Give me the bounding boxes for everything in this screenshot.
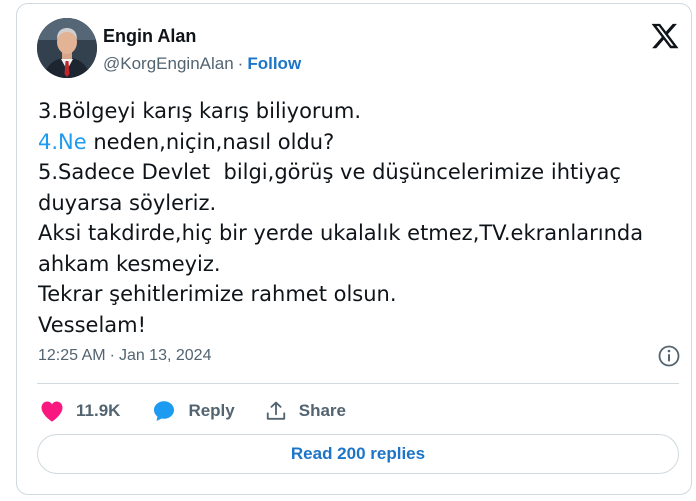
tweet-line: Vesselam! bbox=[38, 312, 147, 337]
tweet-time: 12:25 AM bbox=[38, 347, 106, 364]
author-name[interactable]: Engin Alan bbox=[103, 26, 196, 47]
tweet-text: 3.Bölgeyi karış karış biliyorum. 4.Ne ne… bbox=[38, 96, 678, 340]
author-handle[interactable]: @KorgEnginAlan bbox=[103, 54, 234, 73]
like-count: 11.9K bbox=[76, 401, 121, 420]
speech-bubble-icon bbox=[154, 401, 175, 421]
separator-dot: · bbox=[109, 347, 115, 364]
tweet-line: Aksi takdirde,hiç bir yerde ukalalık etm… bbox=[38, 221, 644, 245]
divider bbox=[37, 383, 679, 384]
tweet-line: ahkam kesmeyiz. bbox=[38, 251, 221, 276]
like-button[interactable]: 11.9K bbox=[40, 400, 120, 422]
tweet-line: 3.Bölgeyi karış karış biliyorum. bbox=[38, 99, 361, 123]
reply-label: Reply bbox=[188, 401, 235, 420]
share-button[interactable]: Share bbox=[265, 400, 346, 422]
read-replies-button[interactable]: Read 200 replies bbox=[37, 434, 679, 474]
avatar-photo-icon bbox=[37, 18, 97, 78]
hashtag-link[interactable]: 4.Ne bbox=[38, 130, 87, 154]
author-avatar[interactable] bbox=[37, 18, 97, 78]
info-icon[interactable] bbox=[657, 344, 681, 368]
tweet-date: Jan 13, 2024 bbox=[118, 347, 212, 364]
heart-icon bbox=[41, 401, 63, 422]
tweet-line-text: neden,niçin,nasıl oldu? bbox=[93, 129, 335, 154]
separator-dot: · bbox=[237, 54, 244, 73]
tweet-card: Engin Alan @KorgEnginAlan · Follow 3.Bölge… bbox=[16, 3, 692, 495]
author-handle-row: @KorgEnginAlan · Follow bbox=[103, 54, 301, 74]
tweet-line: Tekrar şehitlerimize rahmet olsun. bbox=[38, 282, 397, 306]
tweet-line: 4.Ne neden,niçin,nasıl oldu? bbox=[38, 127, 678, 158]
reply-button[interactable]: Reply bbox=[152, 399, 235, 423]
follow-button[interactable]: Follow bbox=[247, 54, 301, 73]
share-icon bbox=[266, 401, 285, 420]
share-label: Share bbox=[298, 401, 346, 420]
tweet-line: 5.Sadece Devlet bilgi,görüş ve düşüncele… bbox=[38, 160, 621, 184]
action-bar: 11.9K Reply Share bbox=[37, 396, 346, 426]
x-logo-icon[interactable] bbox=[650, 21, 680, 51]
tweet-timestamp[interactable]: 12:25 AM · Jan 13, 2024 bbox=[38, 347, 211, 365]
tweet-line: duyarsa söyleriz. bbox=[38, 190, 217, 215]
